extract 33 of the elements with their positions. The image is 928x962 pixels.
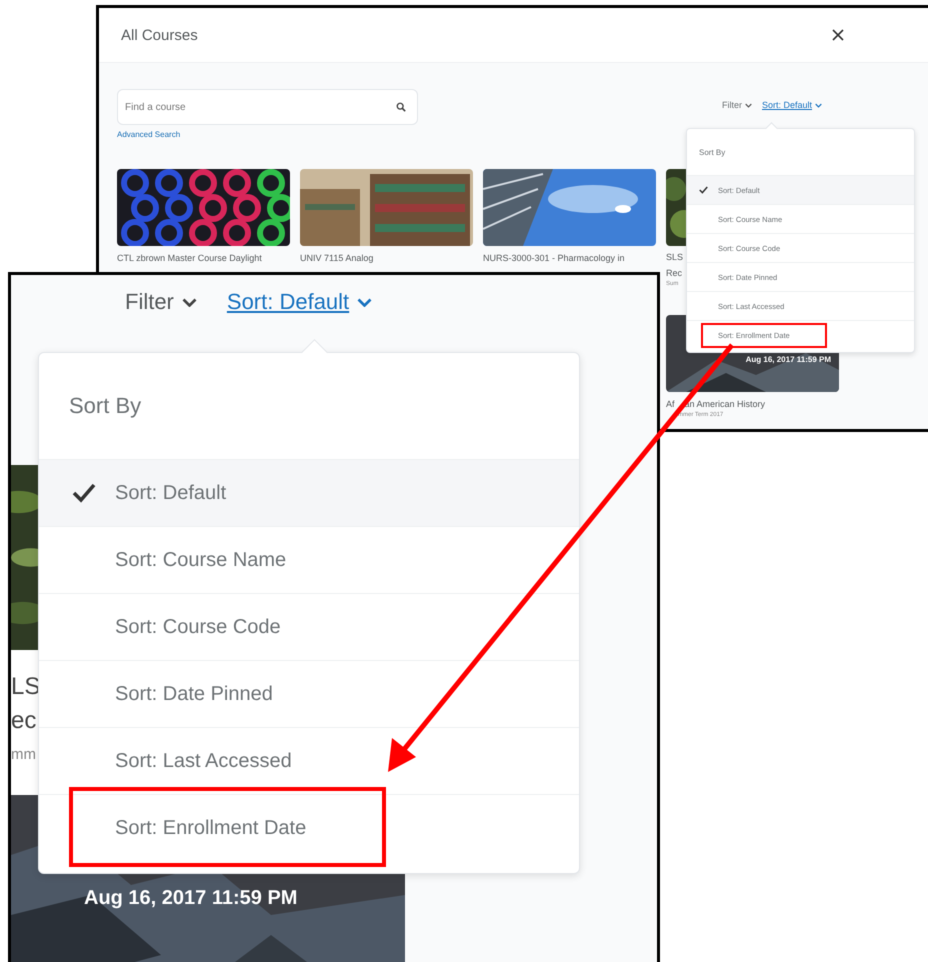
chevron-icon (357, 298, 372, 306)
menu-item[interactable]: Sort: Default (39, 459, 579, 526)
check-icon (699, 186, 708, 194)
course-term: mm (11, 746, 36, 763)
course-title[interactable]: CTL zbrown Master Course Daylight (117, 253, 262, 263)
check-icon (71, 483, 97, 503)
menu-item[interactable]: Sort: Date Pinned (39, 660, 579, 727)
chevron-icon (745, 102, 752, 108)
course-title[interactable]: UNIV 7115 Analog (300, 253, 374, 263)
course-title: Af (666, 399, 675, 409)
course-title: ec (11, 706, 36, 736)
course-title[interactable]: NURS-3000-301 - Pharmacology in (483, 253, 625, 263)
search-icon (396, 102, 406, 112)
sort-dropdown[interactable]: Sort: Default (762, 100, 822, 110)
menu-heading: Sort By (699, 148, 726, 156)
window-title: All Courses (121, 26, 198, 44)
course-title: Rec (666, 268, 682, 278)
due-date: Aug 16, 2017 11:59 PM (84, 887, 298, 909)
menu-item[interactable]: Sort: Course Code (39, 593, 579, 660)
menu-heading: Sort By (69, 393, 142, 419)
filter-dropdown[interactable]: Filter (125, 289, 197, 315)
advanced-search-link[interactable]: Advanced Search (117, 130, 418, 139)
course-title: SLS (666, 252, 684, 262)
menu-item[interactable]: Sort: Course Name (39, 526, 579, 593)
chevron-icon (815, 102, 822, 108)
due-date: Aug 16, 2017 11:59 PM (746, 355, 831, 364)
filter-dropdown[interactable]: Filter (722, 100, 752, 110)
close-icon[interactable] (832, 29, 844, 41)
sort-dropdown[interactable]: Sort: Default (226, 289, 372, 315)
menu-item[interactable]: Sort: Enrollment Date (39, 794, 579, 861)
search-field[interactable]: Find a course (117, 89, 418, 125)
course-title: LS (11, 672, 40, 702)
chevron-icon (182, 298, 197, 306)
